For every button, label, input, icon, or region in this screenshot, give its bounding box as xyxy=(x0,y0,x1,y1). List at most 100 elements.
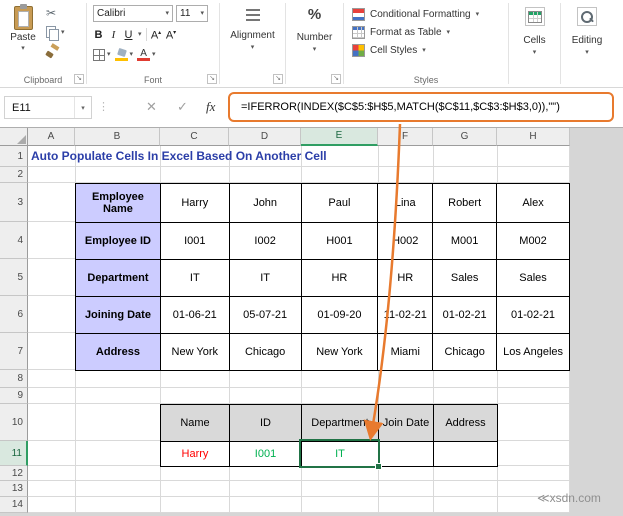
name-box-dropdown-icon[interactable]: ▾ xyxy=(74,97,91,118)
table-cell[interactable]: I002 xyxy=(228,222,302,260)
table-cell[interactable]: HR xyxy=(300,259,379,297)
select-all-button[interactable] xyxy=(0,128,28,146)
table-cell[interactable]: Los Angeles xyxy=(496,333,570,371)
alignment-dialog-launcher[interactable]: ↘ xyxy=(273,74,283,84)
row-label-cell[interactable]: Joining Date xyxy=(75,296,161,334)
row-header-6[interactable]: 6 xyxy=(0,296,28,333)
cancel-icon[interactable]: ✕ xyxy=(146,99,157,115)
format-as-table-button[interactable]: Format as Table ▾ xyxy=(352,23,508,41)
font-name-select[interactable]: Calibri ▾ xyxy=(93,5,173,22)
table-cell[interactable]: H002 xyxy=(377,222,434,260)
cell-styles-button[interactable]: Cell Styles ▾ xyxy=(352,41,508,59)
table-header-cell[interactable]: Department xyxy=(301,404,379,442)
clipboard-dialog-launcher[interactable]: ↘ xyxy=(74,74,84,84)
table-cell[interactable]: I001 xyxy=(229,441,302,467)
table-cell[interactable]: Harry xyxy=(159,183,230,223)
row-header-12[interactable]: 12 xyxy=(0,466,28,481)
conditional-formatting-button[interactable]: Conditional Formatting ▾ xyxy=(352,5,508,23)
table-cell[interactable]: Paul xyxy=(300,183,379,223)
formula-input[interactable]: =IFERROR(INDEX($C$5:$H$5,MATCH($C$11,$C$… xyxy=(241,101,560,113)
table-cell[interactable]: Miami xyxy=(377,333,434,371)
copy-button[interactable]: ▾ xyxy=(46,26,65,41)
format-painter-button[interactable] xyxy=(46,45,59,58)
font-dialog-launcher[interactable]: ↘ xyxy=(207,74,217,84)
increase-font-size-button[interactable]: A▴ xyxy=(151,26,162,43)
underline-dropdown-icon[interactable]: ▾ xyxy=(138,31,142,38)
cells-group-button[interactable]: Cells ▾ xyxy=(509,0,560,87)
row-header-10[interactable]: 10 xyxy=(0,404,28,441)
table-cell[interactable]: 01-02-21 xyxy=(432,296,498,334)
decrease-font-size-button[interactable]: A▾ xyxy=(166,26,177,43)
row-header-3[interactable]: 3 xyxy=(0,183,28,222)
table-cell[interactable]: 01-06-21 xyxy=(159,296,230,334)
row-label-cell[interactable]: Address xyxy=(75,333,161,371)
column-header-d[interactable]: D xyxy=(229,128,301,146)
table-header-cell[interactable]: Name xyxy=(160,404,230,442)
alignment-group-button[interactable]: Alignment ▾ ↘ xyxy=(220,0,285,87)
table-cell[interactable]: M002 xyxy=(496,222,570,260)
number-dialog-launcher[interactable]: ↘ xyxy=(331,74,341,84)
name-box[interactable]: E11 ▾ xyxy=(4,96,92,119)
fill-color-button[interactable]: ▾ xyxy=(114,49,133,61)
row-header-11[interactable]: 11 xyxy=(0,441,28,466)
table-cell[interactable]: Sales xyxy=(496,259,570,297)
table-cell[interactable]: H001 xyxy=(300,222,379,260)
table-cell[interactable]: IT xyxy=(228,259,302,297)
table-cell[interactable]: 05-07-21 xyxy=(228,296,302,334)
row-header-2[interactable]: 2 xyxy=(0,167,28,183)
row-header-4[interactable]: 4 xyxy=(0,222,28,259)
borders-button[interactable]: ▾ xyxy=(93,48,111,61)
table-cell[interactable]: HR xyxy=(377,259,434,297)
table-header-cell[interactable]: ID xyxy=(229,404,302,442)
table-cell[interactable] xyxy=(378,441,434,467)
table-cell[interactable]: 11-02-21 xyxy=(377,296,434,334)
number-group-button[interactable]: % Number ▾ ↘ xyxy=(286,0,343,87)
paste-button[interactable]: Paste ▾ xyxy=(5,4,41,68)
table-cell[interactable]: John xyxy=(228,183,302,223)
column-header-h[interactable]: H xyxy=(497,128,570,146)
editing-group-button[interactable]: Editing ▾ xyxy=(561,0,613,87)
font-color-button[interactable]: A ▾ xyxy=(137,48,156,61)
sheet-title-cell[interactable]: Auto Populate Cells In Excel Based On An… xyxy=(31,149,327,163)
underline-button[interactable]: U xyxy=(123,28,134,42)
insert-function-button[interactable]: fx xyxy=(206,99,215,115)
table-cell[interactable]: Chicago xyxy=(432,333,498,371)
table-cell[interactable]: I001 xyxy=(159,222,230,260)
table-cell[interactable]: New York xyxy=(300,333,379,371)
table-cell[interactable]: Chicago xyxy=(228,333,302,371)
fill-handle[interactable] xyxy=(375,463,382,470)
row-header-5[interactable]: 5 xyxy=(0,259,28,296)
table-cell[interactable] xyxy=(433,441,498,467)
row-header-8[interactable]: 8 xyxy=(0,370,28,388)
row-header-1[interactable]: 1 xyxy=(0,146,28,167)
table-header-cell[interactable]: Address xyxy=(433,404,498,442)
table-cell[interactable]: M001 xyxy=(432,222,498,260)
table-cell[interactable]: IT xyxy=(159,259,230,297)
table-cell[interactable]: 01-09-20 xyxy=(300,296,379,334)
row-label-cell[interactable]: Employee ID xyxy=(75,222,161,260)
font-size-select[interactable]: 11 ▾ xyxy=(176,5,208,22)
table-cell[interactable]: Harry xyxy=(160,441,230,467)
table-cell[interactable]: Sales xyxy=(432,259,498,297)
italic-button[interactable]: I xyxy=(108,28,119,42)
column-header-g[interactable]: G xyxy=(433,128,497,146)
table-cell[interactable]: Alex xyxy=(496,183,570,223)
row-label-cell[interactable]: Employee Name xyxy=(75,183,161,223)
column-header-e[interactable]: E xyxy=(301,128,378,146)
column-header-a[interactable]: A xyxy=(28,128,75,146)
table-cell[interactable]: Robert xyxy=(432,183,498,223)
row-header-13[interactable]: 13 xyxy=(0,481,28,497)
column-header-b[interactable]: B xyxy=(75,128,160,146)
column-header-f[interactable]: F xyxy=(378,128,433,146)
row-header-7[interactable]: 7 xyxy=(0,333,28,370)
column-header-c[interactable]: C xyxy=(160,128,229,146)
row-header-14[interactable]: 14 xyxy=(0,497,28,513)
row-header-9[interactable]: 9 xyxy=(0,388,28,404)
cells-area[interactable]: Auto Populate Cells In Excel Based On An… xyxy=(28,146,570,513)
enter-icon[interactable]: ✓ xyxy=(177,99,188,115)
cut-button[interactable]: ✂ xyxy=(46,7,56,20)
row-label-cell[interactable]: Department xyxy=(75,259,161,297)
bold-button[interactable]: B xyxy=(93,28,104,42)
table-header-cell[interactable]: Join Date xyxy=(378,404,434,442)
table-cell[interactable]: New York xyxy=(159,333,230,371)
